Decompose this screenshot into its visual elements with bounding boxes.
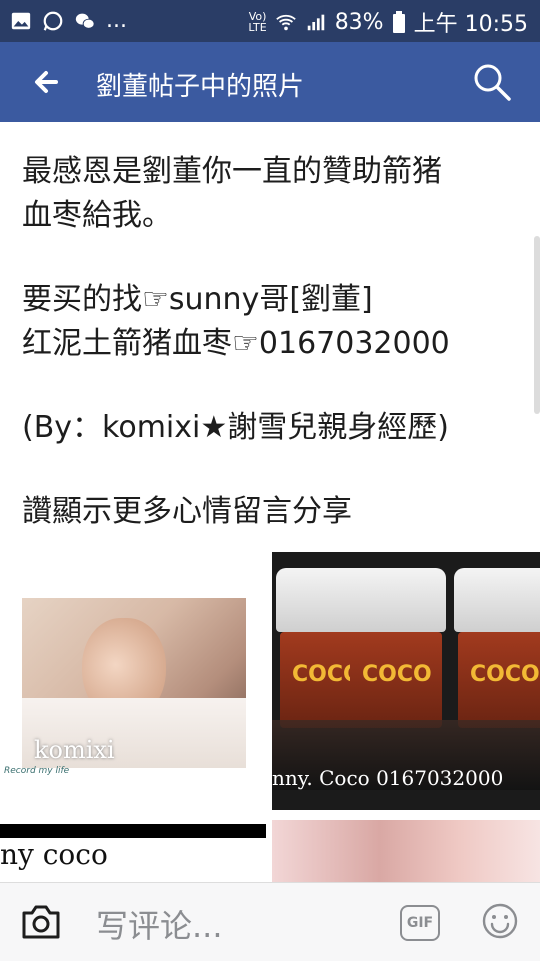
post-text: 最感恩是劉董你一直的贊助箭猪 血枣給我。 要买的找☞sunny哥[劉董] 红泥土…: [22, 150, 522, 534]
status-bar: ... Vo) LTE 83% 上午 10:55: [0, 0, 540, 42]
volte-icon: Vo) LTE: [248, 10, 267, 34]
clock: 上午 10:55: [413, 12, 528, 37]
notification-more: ...: [106, 8, 127, 33]
signal-icon: [307, 14, 324, 31]
photo-tile[interactable]: [272, 820, 540, 882]
camera-icon[interactable]: [20, 903, 62, 941]
search-icon[interactable]: [470, 60, 514, 104]
gallery-icon: [11, 12, 31, 29]
status-right: Vo) LTE 83% 上午 10:55: [248, 6, 528, 38]
jar-label: COCO: [470, 662, 540, 687]
photo-dark-band: [0, 824, 266, 838]
whatsapp-icon: [43, 11, 63, 31]
photo-watermark: komixi: [34, 736, 115, 764]
post-line: 血枣給我。: [22, 198, 172, 233]
jar-label: COCO: [362, 662, 432, 687]
emoji-icon[interactable]: [482, 903, 518, 939]
photo-signature: Record my life: [4, 766, 70, 776]
photo-tile[interactable]: COCO COCO COCO nny. Coco 0167032000: [272, 552, 540, 810]
comment-composer: 写评论... GIF: [0, 882, 540, 961]
scrollbar[interactable]: [534, 236, 540, 414]
post-line: 红泥土箭猪血枣☞0167032000: [22, 326, 450, 361]
photo-tile[interactable]: komixi Record my life: [0, 552, 266, 810]
app-bar: 劉董帖子中的照片: [0, 42, 540, 122]
jar-image: COCO: [346, 568, 446, 736]
comment-input[interactable]: 写评论...: [96, 901, 223, 947]
arrow-left-icon[interactable]: [26, 62, 66, 102]
battery-icon: [392, 11, 405, 33]
post-line: 讚顯示更多心情留言分享: [22, 494, 352, 529]
gif-button[interactable]: GIF: [400, 905, 440, 941]
page-title: 劉董帖子中的照片: [96, 72, 305, 102]
post-line: 要买的找☞sunny哥[劉董]: [22, 282, 373, 317]
status-left: ...: [10, 8, 127, 33]
photo-caption: nny. Coco 0167032000: [272, 766, 504, 790]
photo-tile[interactable]: ny coco: [0, 824, 266, 882]
photo-grid: komixi Record my life COCO COCO COCO nny…: [0, 552, 540, 882]
battery-percent: 83%: [334, 9, 384, 35]
photo-caption: ny coco: [0, 838, 108, 871]
jar-image: COCO: [454, 568, 540, 736]
wifi-icon: [275, 14, 296, 31]
post-line: (By：komixi★謝雪兒親身經歷): [22, 410, 449, 445]
post-line: 最感恩是劉董你一直的贊助箭猪: [22, 154, 442, 189]
wechat-icon: [75, 13, 95, 29]
